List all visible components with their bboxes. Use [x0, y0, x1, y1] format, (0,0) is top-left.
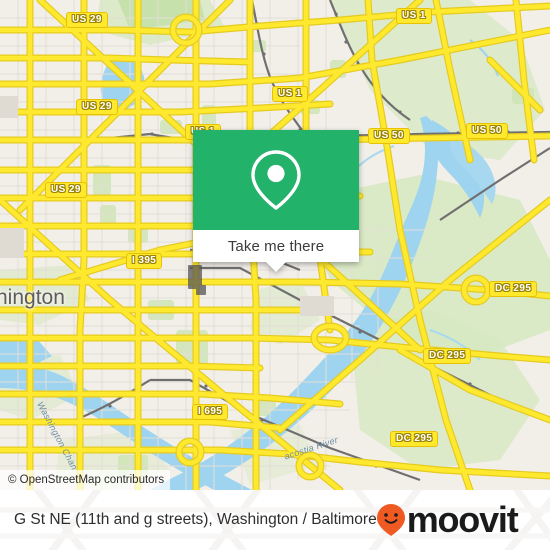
road-shield-i-695[interactable]: I 695 [192, 404, 229, 420]
popup-icon-area [193, 130, 359, 230]
moovit-smiley-pin-icon [376, 504, 405, 536]
footer-bar: G St NE (11th and g streets), Washington… [0, 490, 550, 550]
map-pin-icon [251, 150, 301, 210]
road-shield-dc-295-south[interactable]: DC 295 [390, 431, 439, 447]
map-attribution[interactable]: © OpenStreetMap contributors [0, 470, 171, 490]
road-shield-us-29-mid[interactable]: US 29 [76, 99, 118, 115]
road-shield-us-50-west[interactable]: US 50 [368, 128, 410, 144]
moovit-wordmark: moovit [406, 499, 519, 540]
road-shield-us-50-east[interactable]: US 50 [466, 123, 508, 139]
map-city-label: hington [0, 286, 65, 309]
road-shield-dc-295-mid[interactable]: DC 295 [423, 348, 472, 364]
road-shield-us-29-north[interactable]: US 29 [66, 12, 108, 28]
map-canvas[interactable]: hington Washington Chan acostia River US… [0, 0, 550, 490]
popup-tail-pointer [265, 261, 287, 272]
destination-popup-card[interactable]: Take me there [193, 130, 359, 272]
moovit-brand[interactable]: moovit [376, 499, 519, 540]
moovit-map-screenshot: hington Washington Chan acostia River US… [0, 0, 550, 550]
road-shield-us-1-center[interactable]: US 1 [272, 86, 308, 102]
road-shield-dc-295-north[interactable]: DC 295 [489, 281, 538, 297]
road-shield-i-395[interactable]: I 395 [126, 253, 163, 269]
take-me-there-button[interactable]: Take me there [228, 238, 324, 255]
road-shield-us-29-south[interactable]: US 29 [45, 182, 87, 198]
location-title: G St NE (11th and g streets), Washington… [14, 511, 377, 528]
footer-content-row: G St NE (11th and g streets), Washington… [0, 490, 550, 550]
road-shield-us-1-north[interactable]: US 1 [396, 8, 432, 24]
popup-action-area[interactable]: Take me there [193, 230, 359, 272]
